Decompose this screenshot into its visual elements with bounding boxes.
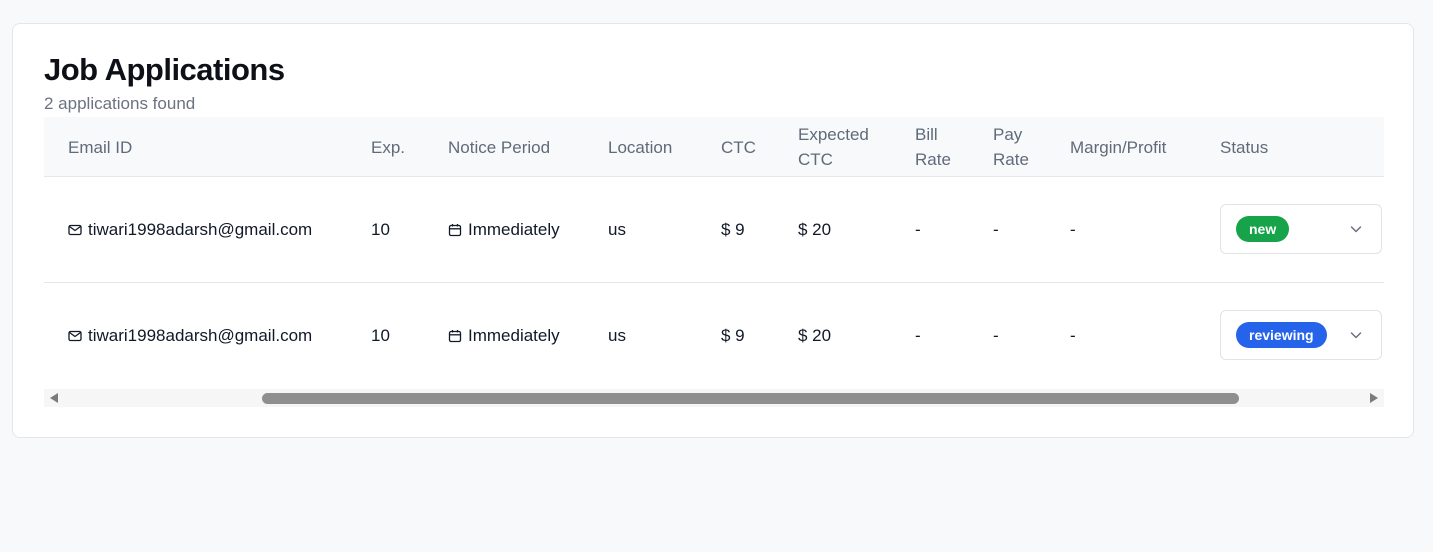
job-applications-card: Job Applications 2 applications found Em… [12,23,1414,438]
ctc-cell: $ 9 [721,326,745,345]
column-header-status[interactable]: Status [1220,117,1268,177]
notice-cell: Immediately [448,283,560,389]
notice-value: Immediately [468,220,560,239]
email-value: tiwari1998adarsh@gmail.com [88,326,313,345]
page-title: Job Applications [44,52,285,87]
column-header-margin[interactable]: Margin/Profit [1070,117,1166,177]
column-header-bill-rate-line1: Bill [915,125,938,144]
applications-table: Email ID Exp. Notice Period Location CTC… [44,117,1384,410]
expected-ctc-cell: $ 20 [798,220,832,239]
notice-value: Immediately [468,326,560,345]
column-header-pay-rate-line1: Pay [993,125,1023,144]
column-header-notice-period[interactable]: Notice Period [448,117,550,177]
location-cell: us [608,326,626,345]
bill-rate-cell: - [915,326,921,345]
status-badge: reviewing [1236,322,1327,348]
table-row[interactable]: tiwari1998adarsh@gmail.com 10 Immediatel… [44,177,1384,283]
column-header-ctc[interactable]: CTC [721,117,756,177]
status-dropdown[interactable]: new [1220,204,1382,254]
calendar-icon [448,223,462,237]
bill-rate-cell: - [915,220,921,239]
scrollbar-thumb[interactable] [262,393,1239,404]
column-header-exp[interactable]: Exp. [371,117,405,177]
column-header-email[interactable]: Email ID [68,117,132,177]
pay-rate-cell: - [993,326,999,345]
table-header: Email ID Exp. Notice Period Location CTC… [44,117,1384,177]
chevron-down-icon [1349,328,1363,347]
pay-rate-cell: - [993,220,999,239]
table-row[interactable]: tiwari1998adarsh@gmail.com 10 Immediatel… [44,283,1384,389]
status-badge: new [1236,216,1290,242]
location-cell: us [608,220,626,239]
margin-cell: - [1070,326,1076,345]
horizontal-scrollbar[interactable] [44,389,1384,407]
calendar-icon [448,329,462,343]
email-cell: tiwari1998adarsh@gmail.com [68,283,312,389]
email-value: tiwari1998adarsh@gmail.com [88,220,313,239]
column-header-bill-rate[interactable]: Bill Rate [915,117,951,177]
column-header-expected-ctc-line1: Expected [798,125,869,144]
exp-cell: 10 [371,220,390,239]
column-header-expected-ctc[interactable]: Expected CTC [798,117,869,177]
mail-icon [68,329,82,343]
mail-icon [68,223,82,237]
margin-cell: - [1070,220,1076,239]
ctc-cell: $ 9 [721,220,745,239]
column-header-pay-rate[interactable]: Pay Rate [993,117,1029,177]
column-header-bill-rate-line2: Rate [915,150,951,169]
notice-cell: Immediately [448,177,560,283]
status-dropdown[interactable]: reviewing [1220,310,1382,360]
column-header-pay-rate-line2: Rate [993,150,1029,169]
column-header-location[interactable]: Location [608,117,672,177]
applications-count: 2 applications found [44,94,196,113]
scroll-left-arrow-icon[interactable] [50,393,58,403]
column-header-expected-ctc-line2: CTC [798,150,833,169]
email-cell: tiwari1998adarsh@gmail.com [68,177,312,283]
scroll-right-arrow-icon[interactable] [1370,393,1378,403]
expected-ctc-cell: $ 20 [798,326,832,345]
exp-cell: 10 [371,326,390,345]
chevron-down-icon [1349,222,1363,241]
